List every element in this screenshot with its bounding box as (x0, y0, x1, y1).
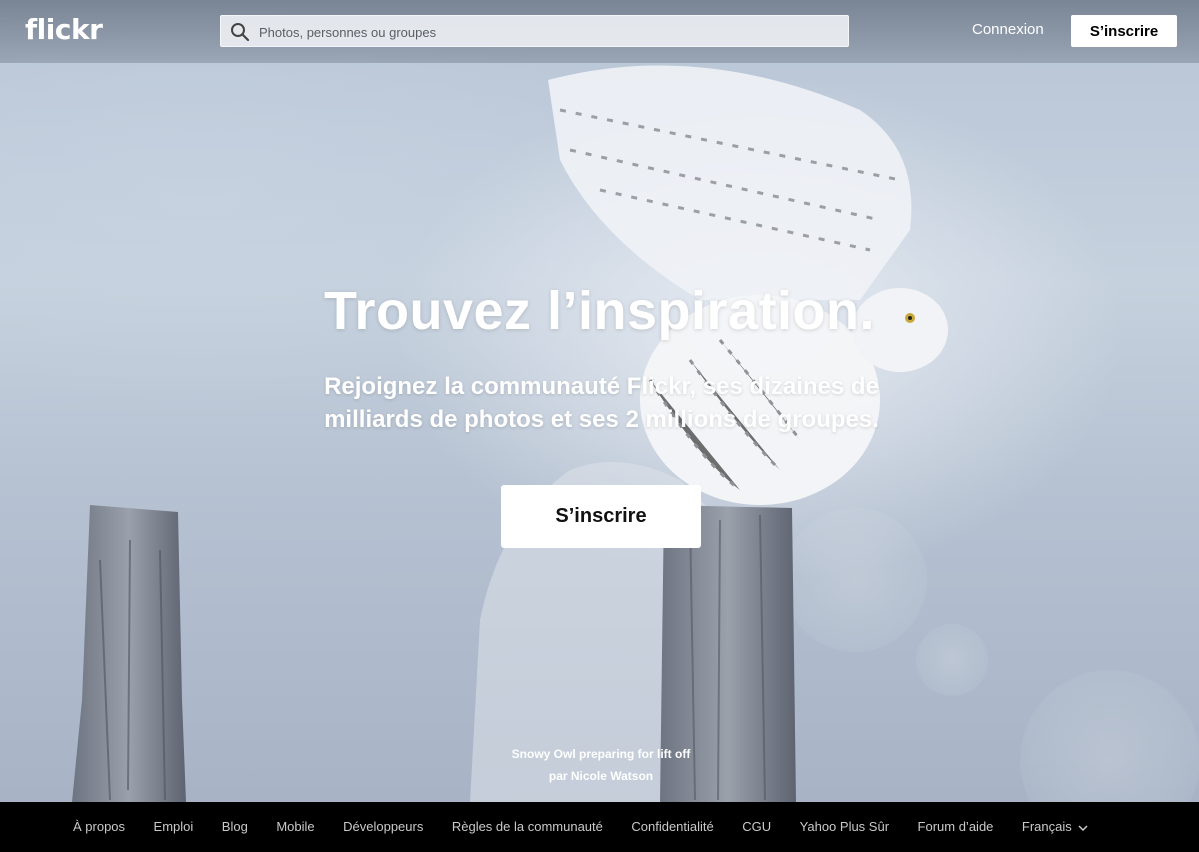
signup-button-hero[interactable]: S’inscrire (501, 485, 701, 548)
footer-link-blog[interactable]: Blog (222, 819, 248, 834)
footer-link-jobs[interactable]: Emploi (154, 819, 194, 834)
search-icon (231, 23, 250, 42)
footer-bar: À propos Emploi Blog Mobile Développeurs… (0, 802, 1199, 852)
search-input[interactable] (257, 16, 841, 48)
hero-subline: Rejoignez la communauté Flickr, ses diza… (324, 373, 879, 433)
search-box[interactable] (220, 15, 849, 48)
footer-link-help-forum[interactable]: Forum d’aide (918, 819, 994, 834)
photo-credit: Snowy Owl preparing for lift off par Nic… (451, 743, 751, 787)
hero-headline: Trouvez l’inspiration. (323, 281, 876, 341)
footer-links: À propos Emploi Blog Mobile Développeurs… (73, 819, 1088, 834)
login-link[interactable]: Connexion (972, 21, 1044, 38)
language-label: Français (1021, 819, 1072, 834)
footer-link-terms[interactable]: CGU (742, 819, 771, 834)
footer-link-about[interactable]: À propos (73, 819, 125, 834)
flickr-logo[interactable]: flickr (25, 13, 103, 46)
footer-link-developers[interactable]: Développeurs (343, 819, 423, 834)
language-selector[interactable]: Français (1022, 819, 1088, 834)
chevron-down-icon (1078, 825, 1088, 831)
footer-link-privacy[interactable]: Confidentialité (631, 819, 713, 834)
footer-link-yahoo-safely[interactable]: Yahoo Plus Sûr (800, 819, 889, 834)
footer-link-guidelines[interactable]: Règles de la communauté (452, 819, 603, 834)
photo-title-link[interactable]: Snowy Owl preparing for lift off (512, 747, 691, 761)
hero-background-photo: flickr Connexion S’inscrire Trouvez l’in… (0, 0, 1199, 802)
photo-author-link[interactable]: par Nicole Watson (549, 769, 653, 783)
signup-button-header[interactable]: S’inscrire (1071, 15, 1177, 47)
footer-link-mobile[interactable]: Mobile (276, 819, 314, 834)
